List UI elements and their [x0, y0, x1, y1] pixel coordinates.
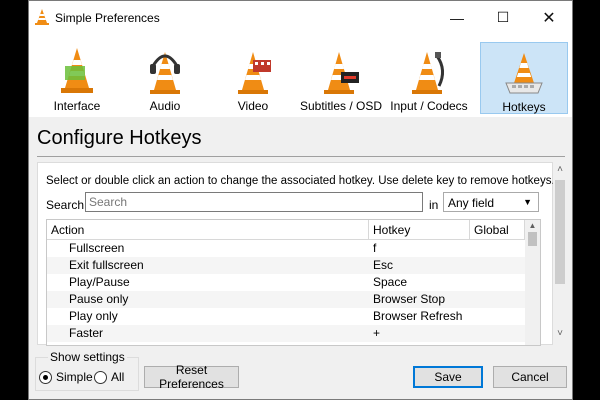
column-header-global[interactable]: Global: [470, 220, 525, 240]
vlc-cone-icon: [35, 9, 49, 25]
tab-audio-label: Audio: [149, 99, 181, 113]
video-cone-film-icon: [238, 52, 271, 94]
search-input[interactable]: [85, 192, 423, 212]
row-hotkey: Esc: [373, 258, 394, 272]
tab-hotkeys-label: Hotkeys: [502, 100, 546, 114]
minimize-button[interactable]: —: [434, 1, 480, 34]
radio-all-label: All: [111, 370, 125, 384]
row-action: Pause only: [69, 292, 129, 306]
tab-hotkeys[interactable]: Hotkeys: [480, 42, 568, 114]
table-row[interactable]: Play only Browser Refresh: [47, 308, 525, 325]
title-bar[interactable]: Simple Preferences — ☐ ✕: [29, 1, 572, 34]
table-row[interactable]: Pause only Browser Stop: [47, 291, 525, 308]
panel-scroll-down-icon[interactable]: ˅: [553, 328, 567, 339]
column-header-action[interactable]: Action: [47, 220, 369, 240]
radio-simple-label: Simple: [56, 370, 93, 384]
save-button[interactable]: Save: [413, 366, 483, 388]
search-label: Search: [46, 198, 85, 212]
search-field-value: Any field: [448, 196, 495, 210]
row-hotkey: f: [373, 241, 377, 255]
table-scroll-thumb[interactable]: [528, 232, 537, 246]
tab-input-codecs-label: Input / Codecs: [390, 99, 468, 113]
window-title: Simple Preferences: [55, 11, 160, 25]
tab-subtitles-osd-label: Subtitles / OSD: [299, 99, 383, 113]
panel-scroll-thumb[interactable]: [555, 180, 565, 284]
row-hotkey: Browser Stop: [373, 292, 446, 306]
interface-cone-icon: [61, 48, 93, 93]
table-row[interactable]: Play/Pause Space: [47, 274, 525, 291]
hotkeys-panel: Select or double click an action to chan…: [37, 162, 555, 346]
panel-scrollbar[interactable]: ˄ ˅: [553, 162, 567, 345]
radio-simple[interactable]: Simple: [39, 370, 93, 384]
row-action: Exit fullscreen: [69, 258, 144, 272]
search-field-select[interactable]: Any field ▼: [443, 192, 539, 212]
table-row[interactable]: Faster +: [47, 325, 525, 342]
row-hotkey: Space: [373, 275, 408, 289]
row-hotkey: +: [373, 326, 381, 340]
table-row[interactable]: Fullscreen f: [47, 240, 525, 257]
radio-all[interactable]: All: [94, 370, 124, 384]
tab-interface-label: Interface: [53, 99, 101, 113]
panel-scroll-up-icon[interactable]: ˄: [553, 164, 567, 175]
row-action: Faster: [69, 326, 104, 340]
subtitles-cone-display-icon: [324, 52, 359, 94]
tab-interface[interactable]: Interface: [33, 42, 121, 114]
tab-video[interactable]: Video: [209, 42, 297, 114]
dropdown-caret-icon: ▼: [523, 197, 532, 207]
tab-audio[interactable]: Audio: [121, 42, 209, 114]
maximize-button[interactable]: ☐: [480, 1, 526, 34]
cancel-button[interactable]: Cancel: [493, 366, 567, 388]
instructions-text: Select or double click an action to chan…: [46, 175, 555, 187]
show-settings-legend: Show settings: [48, 350, 127, 364]
category-toolbar: Interface Audio Video Subtitles / OSD In…: [29, 34, 572, 117]
row-action: Play/Pause: [69, 275, 130, 289]
reset-preferences-button[interactable]: Reset Preferences: [144, 363, 239, 391]
input-cone-cable-icon: [412, 52, 444, 94]
search-in-label: in: [429, 198, 439, 212]
page-title: Configure Hotkeys: [37, 127, 202, 149]
preferences-window: Simple Preferences — ☐ ✕ Interface Audio…: [28, 0, 573, 400]
hotkeys-table: Action Hotkey Global Fullscreen f Exit f…: [46, 219, 541, 346]
audio-cone-headphones-icon: [150, 52, 180, 94]
table-header: Action Hotkey Global: [47, 220, 525, 240]
row-hotkey: Browser Refresh: [373, 309, 463, 323]
radio-all-indicator[interactable]: [94, 370, 107, 384]
table-row[interactable]: Exit fullscreen Esc: [47, 257, 525, 274]
table-body: Fullscreen f Exit fullscreen Esc Play/Pa…: [47, 240, 525, 342]
tab-input-codecs[interactable]: Input / Codecs: [385, 42, 473, 114]
close-button[interactable]: ✕: [526, 1, 572, 34]
heading-divider: [37, 156, 565, 157]
row-action: Play only: [69, 309, 118, 323]
radio-simple-indicator[interactable]: [39, 370, 52, 384]
hotkeys-cone-keyboard-icon: [505, 53, 543, 94]
show-settings-group: Show settings Simple All: [35, 350, 139, 391]
row-action: Fullscreen: [69, 241, 125, 255]
scroll-up-icon[interactable]: ▲: [525, 221, 540, 230]
tab-video-label: Video: [237, 99, 269, 113]
tab-subtitles-osd[interactable]: Subtitles / OSD: [297, 42, 385, 114]
column-header-hotkey[interactable]: Hotkey: [369, 220, 470, 240]
table-scrollbar[interactable]: ▲: [525, 220, 540, 345]
